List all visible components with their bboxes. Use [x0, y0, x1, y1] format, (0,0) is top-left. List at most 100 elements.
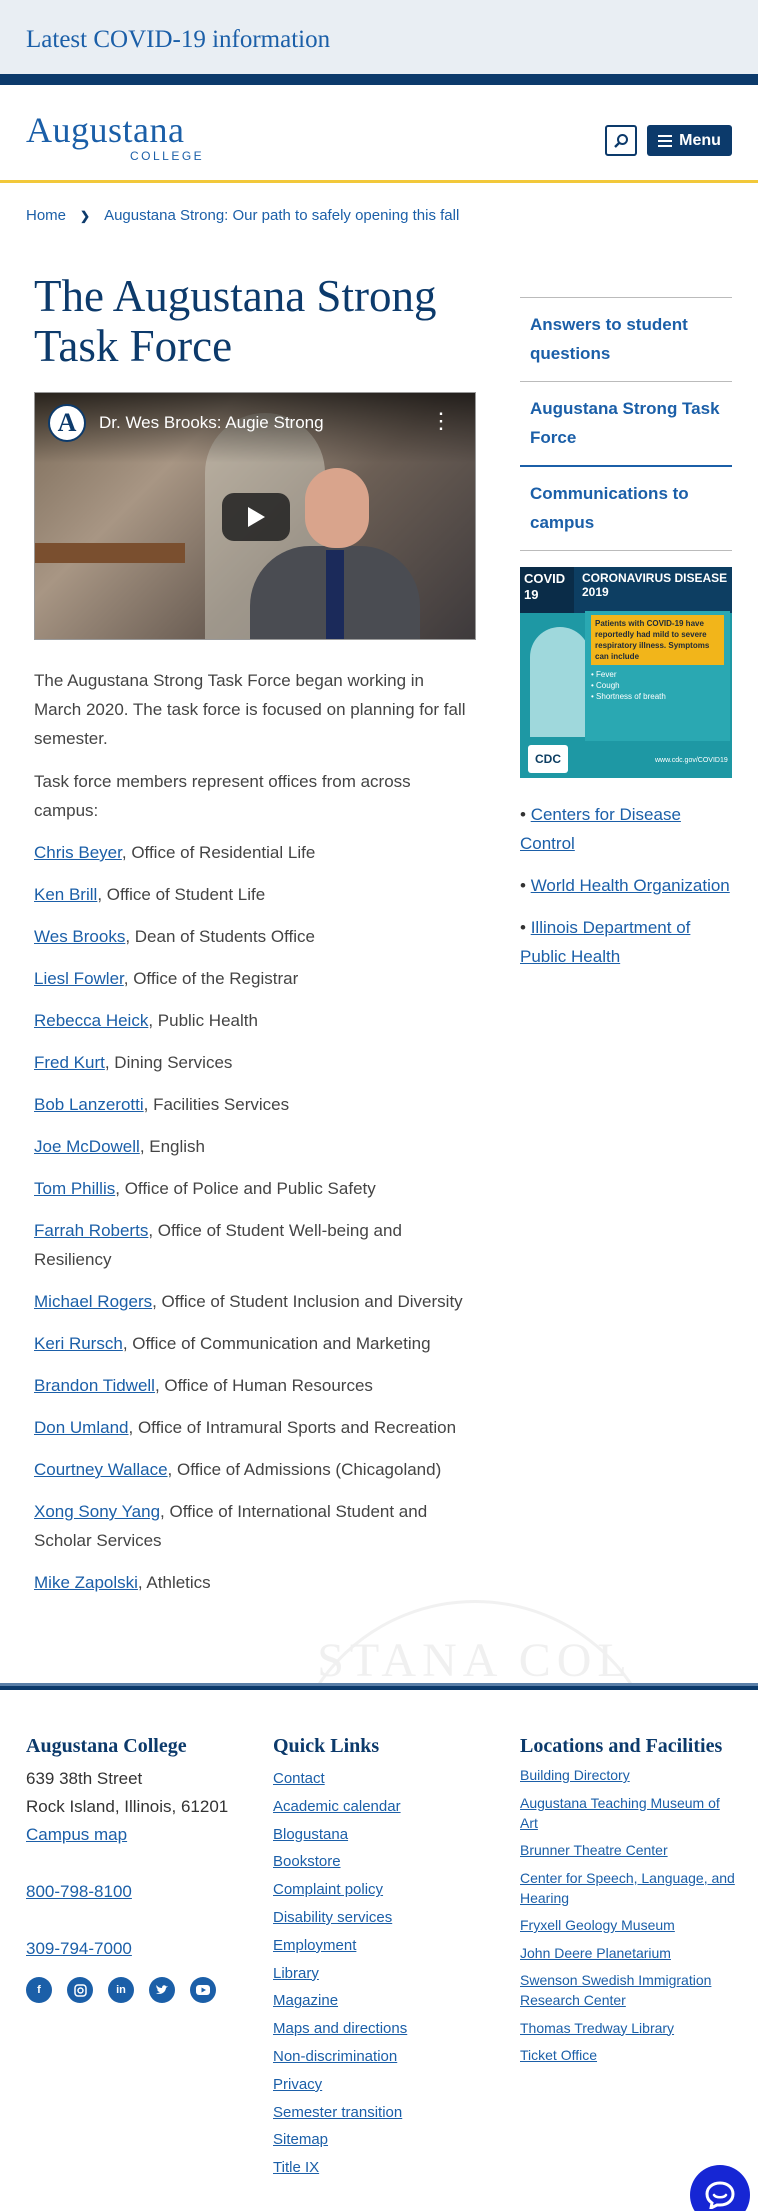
member-name-link[interactable]: Rebecca Heick — [34, 1011, 148, 1030]
more-options-icon[interactable]: ⋮ — [430, 408, 452, 436]
who-link[interactable]: World Health Organization — [531, 876, 730, 895]
city-address: Rock Island, Illinois, 61201 — [26, 1797, 229, 1816]
member-item: Xong Sony Yang, Office of International … — [34, 1497, 484, 1555]
location-link[interactable]: Thomas Tredway Library — [520, 2018, 740, 2038]
resource-links: • Centers for Disease Control • World He… — [520, 800, 732, 984]
play-button[interactable] — [222, 493, 290, 541]
member-name-link[interactable]: Joe McDowell — [34, 1137, 140, 1156]
cdc-link[interactable]: Centers for Disease Control — [520, 805, 681, 853]
facebook-icon[interactable]: f — [26, 1977, 52, 2003]
covid-info-link[interactable]: Latest COVID-19 information — [26, 26, 330, 54]
location-link[interactable]: Fryxell Geology Museum — [520, 1915, 740, 1935]
member-name-link[interactable]: Farrah Roberts — [34, 1221, 148, 1240]
member-item: Rebecca Heick, Public Health — [34, 1006, 484, 1035]
member-office: , Office of Intramural Sports and Recrea… — [128, 1418, 457, 1437]
poster-person-illustration — [530, 627, 590, 737]
header-divider — [0, 74, 758, 85]
member-name-link[interactable]: Tom Phillis — [34, 1179, 115, 1198]
quick-link[interactable]: Bookstore — [273, 1848, 473, 1876]
sidebar-link-communications[interactable]: Communications to campus — [520, 467, 732, 551]
quick-links-heading: Quick Links — [273, 1735, 380, 1757]
member-office: , Office of Student Inclusion and Divers… — [152, 1292, 463, 1311]
quick-link[interactable]: Contact — [273, 1765, 473, 1793]
quick-link[interactable]: Magazine — [273, 1987, 473, 2015]
hamburger-icon — [658, 134, 673, 147]
video-player[interactable]: A Dr. Wes Brooks: Augie Strong ⋮ — [34, 392, 476, 640]
member-office: , Public Health — [148, 1011, 258, 1030]
site-header: Augustana COLLEGE Menu — [0, 85, 758, 183]
poster-url: www.cdc.gov/COVID19 — [655, 757, 728, 764]
quick-link[interactable]: Privacy — [273, 2071, 473, 2099]
member-name-link[interactable]: Courtney Wallace — [34, 1460, 168, 1479]
intro-paragraph: The Augustana Strong Task Force began wo… — [34, 671, 466, 748]
member-item: Chris Beyer, Office of Residential Life — [34, 838, 484, 867]
locations-heading: Locations and Facilities — [520, 1735, 723, 1757]
location-link[interactable]: Building Directory — [520, 1765, 740, 1785]
site-footer: Augustana College 639 38th Street Rock I… — [0, 1690, 758, 2211]
footer-contact: Augustana College 639 38th Street Rock I… — [26, 1734, 251, 2003]
member-office: , Office of Human Resources — [154, 1376, 373, 1395]
phone-link[interactable]: 309-794-7000 — [26, 1935, 251, 1963]
sidebar-link-task-force[interactable]: Augustana Strong Task Force — [520, 382, 732, 467]
member-name-link[interactable]: Xong Sony Yang — [34, 1502, 160, 1521]
member-item: Keri Rursch, Office of Communication and… — [34, 1329, 484, 1358]
member-name-link[interactable]: Bob Lanzerotti — [34, 1095, 144, 1114]
search-button[interactable] — [605, 125, 637, 156]
cdc-symptoms-poster[interactable]: COVID 19 CORONAVIRUS DISEASE 2019 Patien… — [520, 567, 732, 778]
quick-link[interactable]: Academic calendar — [273, 1793, 473, 1821]
youtube-icon[interactable] — [190, 1977, 216, 2003]
quick-link[interactable]: Library — [273, 1960, 473, 1988]
quick-link[interactable]: Disability services — [273, 1904, 473, 1932]
member-name-link[interactable]: Michael Rogers — [34, 1292, 152, 1311]
member-name-link[interactable]: Chris Beyer — [34, 843, 122, 862]
location-link[interactable]: Ticket Office — [520, 2045, 740, 2065]
quick-link[interactable]: Sitemap — [273, 2126, 473, 2154]
video-title[interactable]: Dr. Wes Brooks: Augie Strong — [99, 413, 324, 433]
twitter-icon[interactable] — [149, 1977, 175, 2003]
member-office: , Dean of Students Office — [125, 927, 315, 946]
quick-link[interactable]: Employment — [273, 1932, 473, 1960]
member-name-link[interactable]: Liesl Fowler — [34, 969, 124, 988]
linkedin-icon[interactable]: in — [108, 1977, 134, 2003]
list-item: • Centers for Disease Control — [520, 805, 681, 853]
idph-link[interactable]: Illinois Department of Public Health — [520, 918, 690, 966]
quick-link[interactable]: Maps and directions — [273, 2015, 473, 2043]
member-item: Farrah Roberts, Office of Student Well-b… — [34, 1216, 484, 1274]
member-name-link[interactable]: Ken Brill — [34, 885, 97, 904]
member-name-link[interactable]: Brandon Tidwell — [34, 1376, 155, 1395]
quick-link[interactable]: Complaint policy — [273, 1876, 473, 1904]
location-link[interactable]: Center for Speech, Language, and Hearing — [520, 1868, 740, 1908]
menu-button[interactable]: Menu — [647, 125, 732, 156]
location-link[interactable]: John Deere Planetarium — [520, 1943, 740, 1963]
page-title: The Augustana Strong Task Force — [34, 271, 437, 371]
augustana-logo[interactable]: Augustana COLLEGE — [26, 112, 206, 163]
sidebar-link-student-questions[interactable]: Answers to student questions — [520, 298, 732, 382]
quick-link[interactable]: Non-discrimination — [273, 2043, 473, 2071]
member-list: Chris Beyer, Office of Residential Life K… — [34, 838, 484, 1610]
location-link[interactable]: Swenson Swedish Immigration Research Cen… — [520, 1970, 740, 2010]
chevron-right-icon: ❯ — [80, 208, 91, 223]
quick-link[interactable]: Blogustana — [273, 1821, 473, 1849]
breadcrumb-home[interactable]: Home — [26, 207, 66, 224]
member-item: Courtney Wallace, Office of Admissions (… — [34, 1455, 484, 1484]
breadcrumb-current[interactable]: Augustana Strong: Our path to safely ope… — [104, 207, 459, 224]
member-name-link[interactable]: Fred Kurt — [34, 1053, 105, 1072]
member-item: Ken Brill, Office of Student Life — [34, 880, 484, 909]
member-item: Michael Rogers, Office of Student Inclus… — [34, 1287, 484, 1316]
quick-link[interactable]: Semester transition — [273, 2099, 473, 2127]
member-name-link[interactable]: Wes Brooks — [34, 927, 125, 946]
member-name-link[interactable]: Keri Rursch — [34, 1334, 123, 1353]
list-item: • World Health Organization — [520, 876, 730, 895]
phone-link[interactable]: 800-798-8100 — [26, 1878, 251, 1906]
instagram-icon[interactable] — [67, 1977, 93, 2003]
channel-avatar[interactable]: A — [48, 404, 86, 442]
member-office: , Office of the Registrar — [123, 969, 299, 988]
member-name-link[interactable]: Don Umland — [34, 1418, 129, 1437]
member-name-link[interactable]: Mike Zapolski — [34, 1573, 138, 1592]
member-office: , Office of Residential Life — [121, 843, 316, 862]
location-link[interactable]: Brunner Theatre Center — [520, 1840, 740, 1860]
location-link[interactable]: Augustana Teaching Museum of Art — [520, 1793, 740, 1833]
quick-link[interactable]: Title IX — [273, 2154, 473, 2182]
search-icon — [614, 133, 628, 148]
campus-map-link[interactable]: Campus map — [26, 1821, 251, 1849]
